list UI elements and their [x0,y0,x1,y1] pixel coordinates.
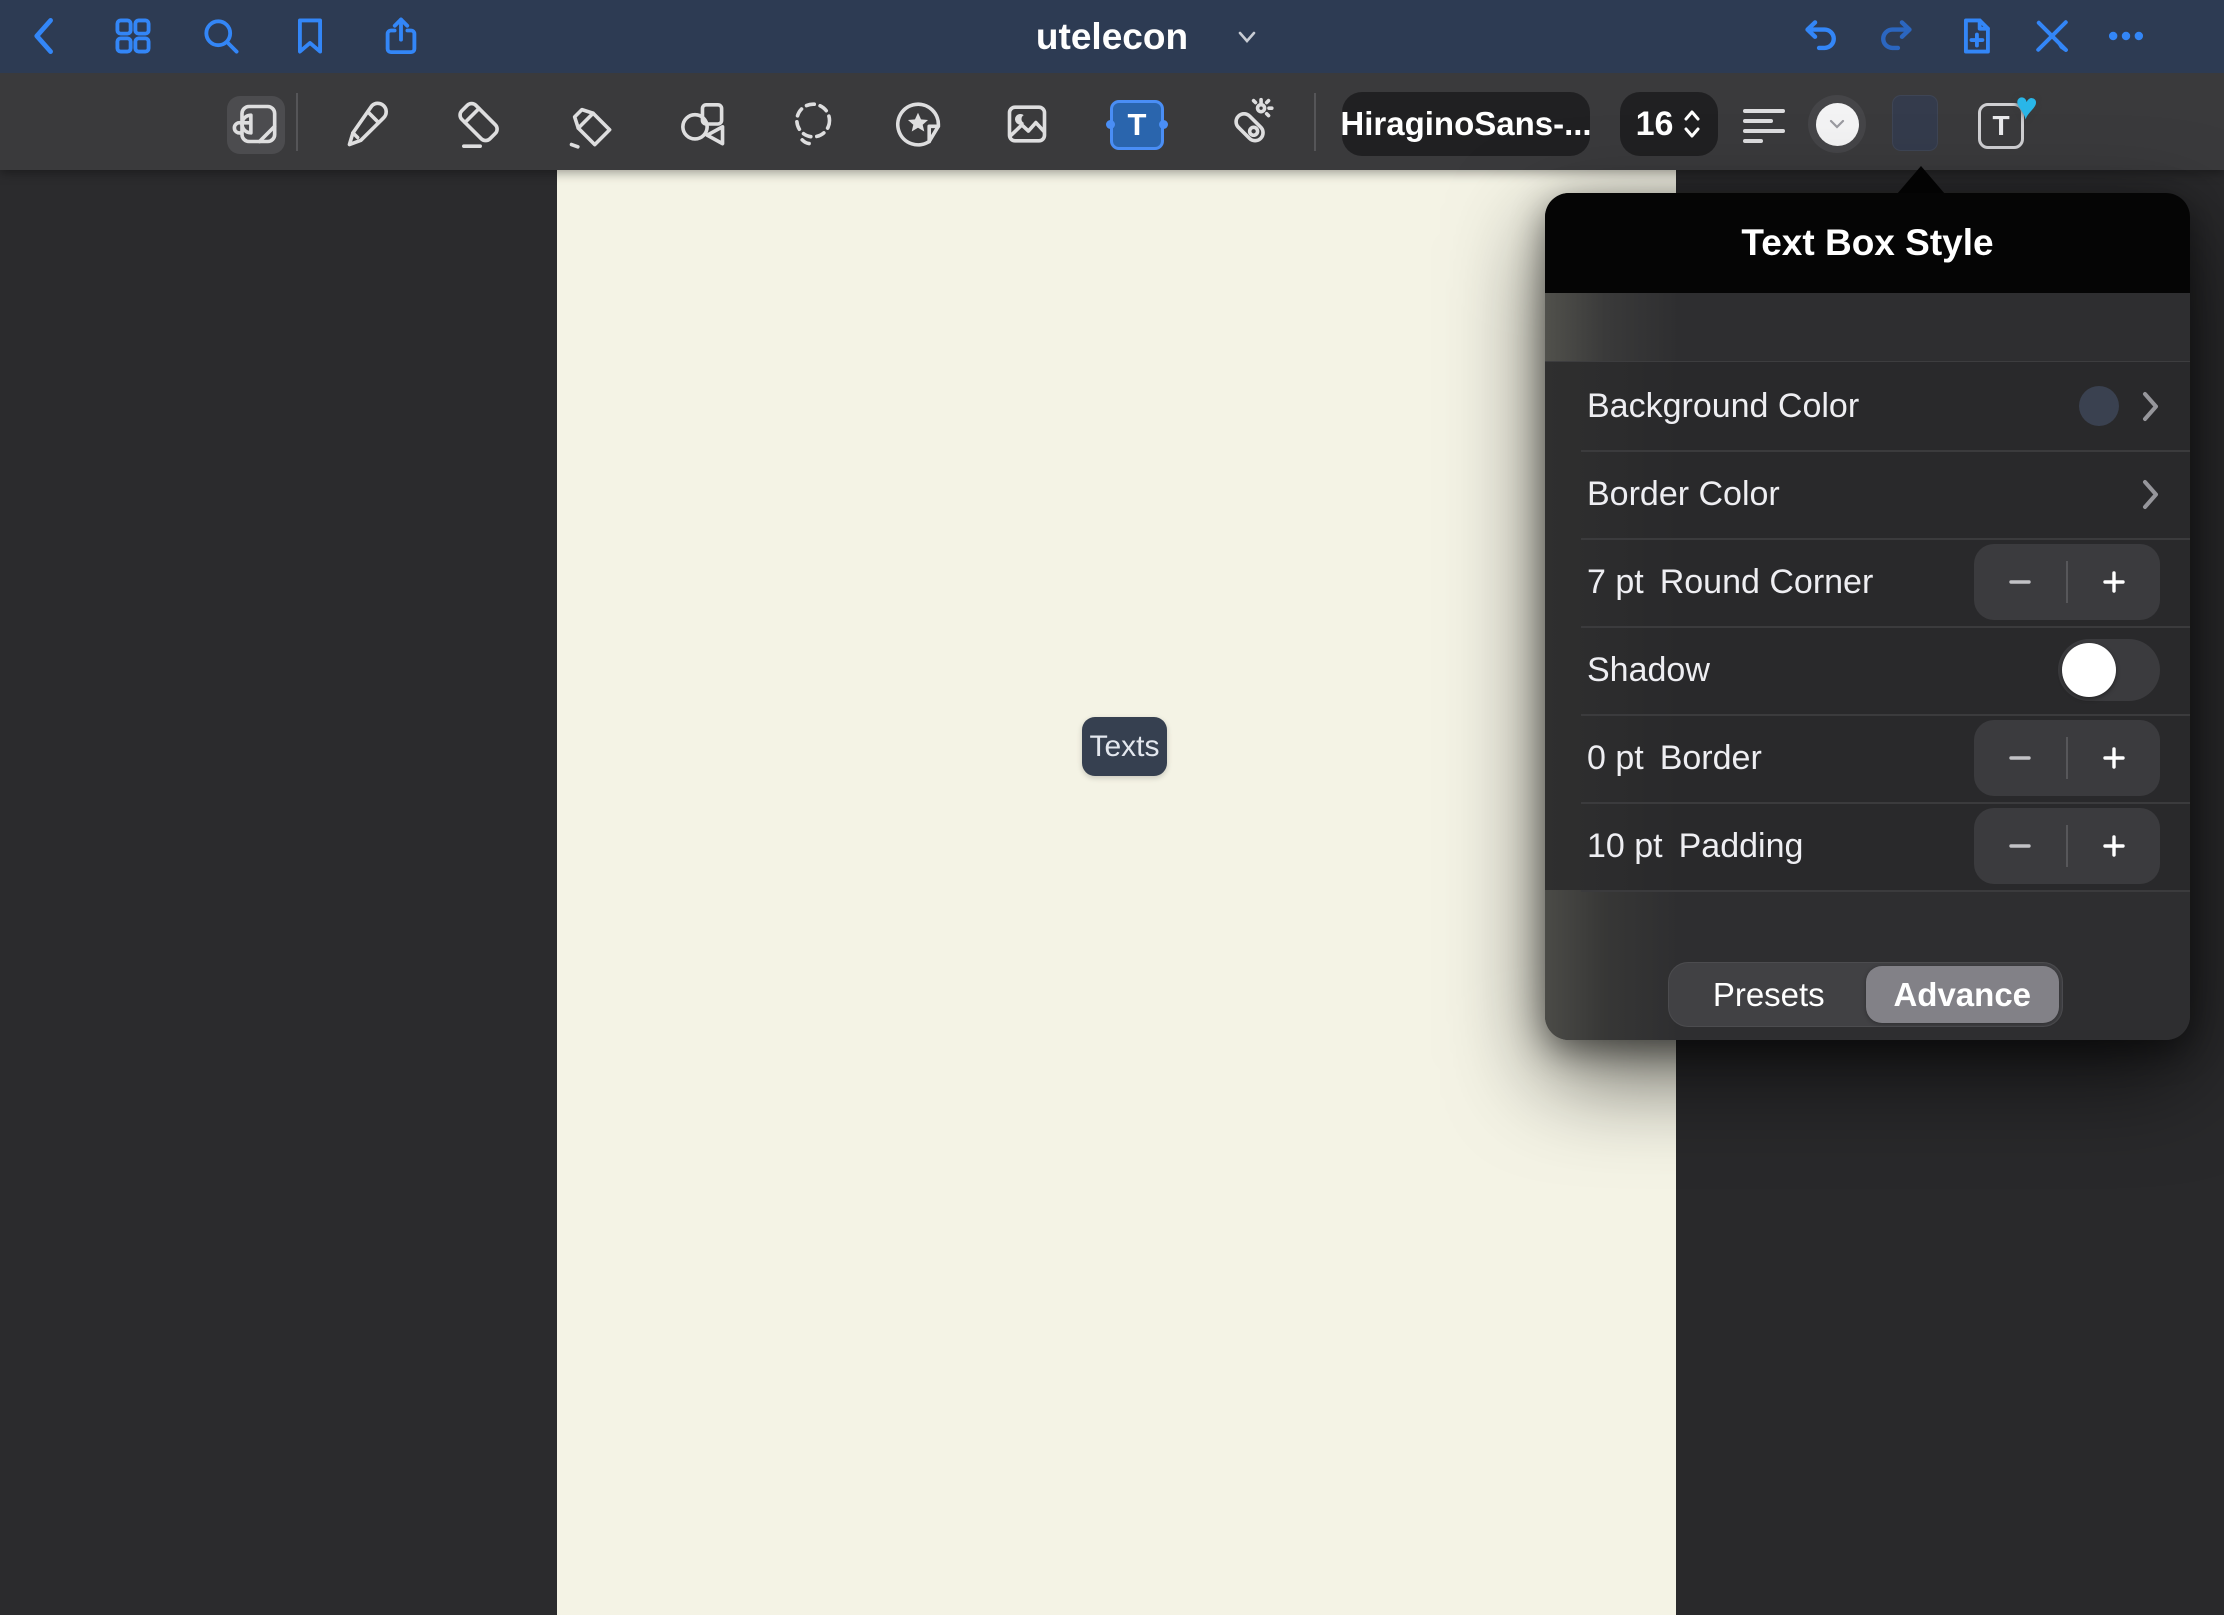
toggle-knob [2062,643,2116,697]
align-line [1743,119,1773,123]
image-icon [999,96,1055,152]
style-preview-section [1545,293,2190,362]
add-page-icon [1954,14,1998,58]
row-padding: 10 pt Padding [1545,802,2190,890]
navigation-bar: utelecon [0,0,2224,73]
row-label: Padding [1679,827,1804,866]
border-width-stepper [1974,720,2160,796]
favorite-heart-icon: ♥ [2014,86,2039,127]
current-color-swatch [1816,103,1859,146]
undo-icon [1798,14,1842,58]
redo-button[interactable] [1875,14,1919,58]
row-label: Border [1660,739,1762,778]
popover-footer: Presets Advance [1545,890,2190,1040]
background-color-swatch [2079,386,2119,426]
redo-icon [1875,14,1919,58]
popover-header: Text Box Style [1545,193,2190,293]
row-round-corner: 7 pt Round Corner [1545,538,2190,626]
more-button[interactable] [2104,14,2148,58]
row-border-width: 0 pt Border [1545,714,2190,802]
image-tool-button[interactable] [999,96,1055,152]
selection-handle-icon [1159,120,1168,129]
align-line [1743,139,1763,143]
text-box-style-popover: Text Box Style Background Color Border C… [1545,193,2190,1040]
textbox-style-preview-swatch[interactable] [1892,95,1938,151]
align-line [1743,109,1785,113]
styled-text-glyph: T [1992,110,2009,141]
round-corner-decrease-button[interactable] [1974,544,2066,620]
popover-arrow [1897,166,1945,194]
row-label: Background Color [1587,387,1859,426]
round-corner-stepper [1974,544,2160,620]
border-width-value: 0 pt [1587,739,1644,778]
readonly-pen-button[interactable] [2030,14,2074,58]
round-corner-value: 7 pt [1587,563,1644,602]
font-family-button[interactable]: HiraginoSans-... [1342,92,1590,156]
lasso-tool-button[interactable] [784,96,840,152]
padding-stepper [1974,808,2160,884]
textbox-style-button[interactable]: T ♥ [1978,103,2024,149]
round-corner-increase-button[interactable] [2068,544,2160,620]
chevron-down-icon [1829,119,1845,129]
padding-increase-button[interactable] [2068,808,2160,884]
border-increase-button[interactable] [2068,720,2160,796]
pen-tool-button[interactable] [338,96,394,152]
annotation-mode-button[interactable] [228,96,284,152]
chevron-right-icon [2141,478,2160,511]
font-size-value: 16 [1636,105,1674,144]
text-color-button[interactable] [1808,95,1866,153]
shapes-tool-button[interactable] [674,96,730,152]
notebook-page[interactable]: Texts [557,170,1676,1615]
segment-advance[interactable]: Advance [1866,966,2060,1023]
size-up-down-icon [1682,107,1702,141]
eraser-icon [451,96,507,152]
pen-icon [338,96,394,152]
selection-handle-icon [1106,120,1115,129]
highlighter-tool-button[interactable] [561,96,617,152]
border-decrease-button[interactable] [1974,720,2066,796]
shadow-toggle[interactable] [2058,639,2160,701]
row-label: Shadow [1587,651,1710,690]
padding-decrease-button[interactable] [1974,808,2066,884]
laser-tool-button[interactable] [1220,96,1276,152]
text-align-button[interactable] [1743,109,1785,143]
font-size-stepper[interactable]: 16 [1620,92,1718,156]
title-chevron-down-icon [1234,25,1260,49]
toolbar-separator [1314,93,1316,151]
add-page-button[interactable] [1954,14,1998,58]
align-line [1743,129,1785,133]
text-tool-glyph: T [1128,107,1147,142]
annotation-mode-icon [228,96,284,152]
lasso-icon [784,96,840,152]
popover-title: Text Box Style [1741,222,1993,264]
font-family-label: HiraginoSans-... [1340,105,1591,143]
laser-pointer-icon [1220,96,1276,152]
padding-value: 10 pt [1587,827,1663,866]
row-label: Round Corner [1660,563,1874,602]
tools-toolbar: T HiraginoSans-... 16 T ♥ [0,73,2224,170]
highlighter-icon [561,96,617,152]
presets-advance-segmented-control: Presets Advance [1668,962,2063,1027]
text-tool-button[interactable]: T [1110,100,1164,150]
segment-presets[interactable]: Presets [1672,966,1866,1023]
shapes-icon [674,96,730,152]
row-border-color[interactable]: Border Color [1545,450,2190,538]
row-background-color[interactable]: Background Color [1545,362,2190,450]
row-label: Border Color [1587,475,1780,514]
canvas-text-box[interactable]: Texts [1082,717,1167,776]
eraser-tool-button[interactable] [451,96,507,152]
stickers-icon [890,96,946,152]
more-icon [2104,14,2148,58]
chevron-right-icon [2141,390,2160,423]
undo-button[interactable] [1798,14,1842,58]
row-shadow: Shadow [1545,626,2190,714]
text-box-content: Texts [1089,730,1159,764]
readonly-pen-icon [2030,14,2074,58]
toolbar-separator [296,93,298,151]
stickers-tool-button[interactable] [890,96,946,152]
